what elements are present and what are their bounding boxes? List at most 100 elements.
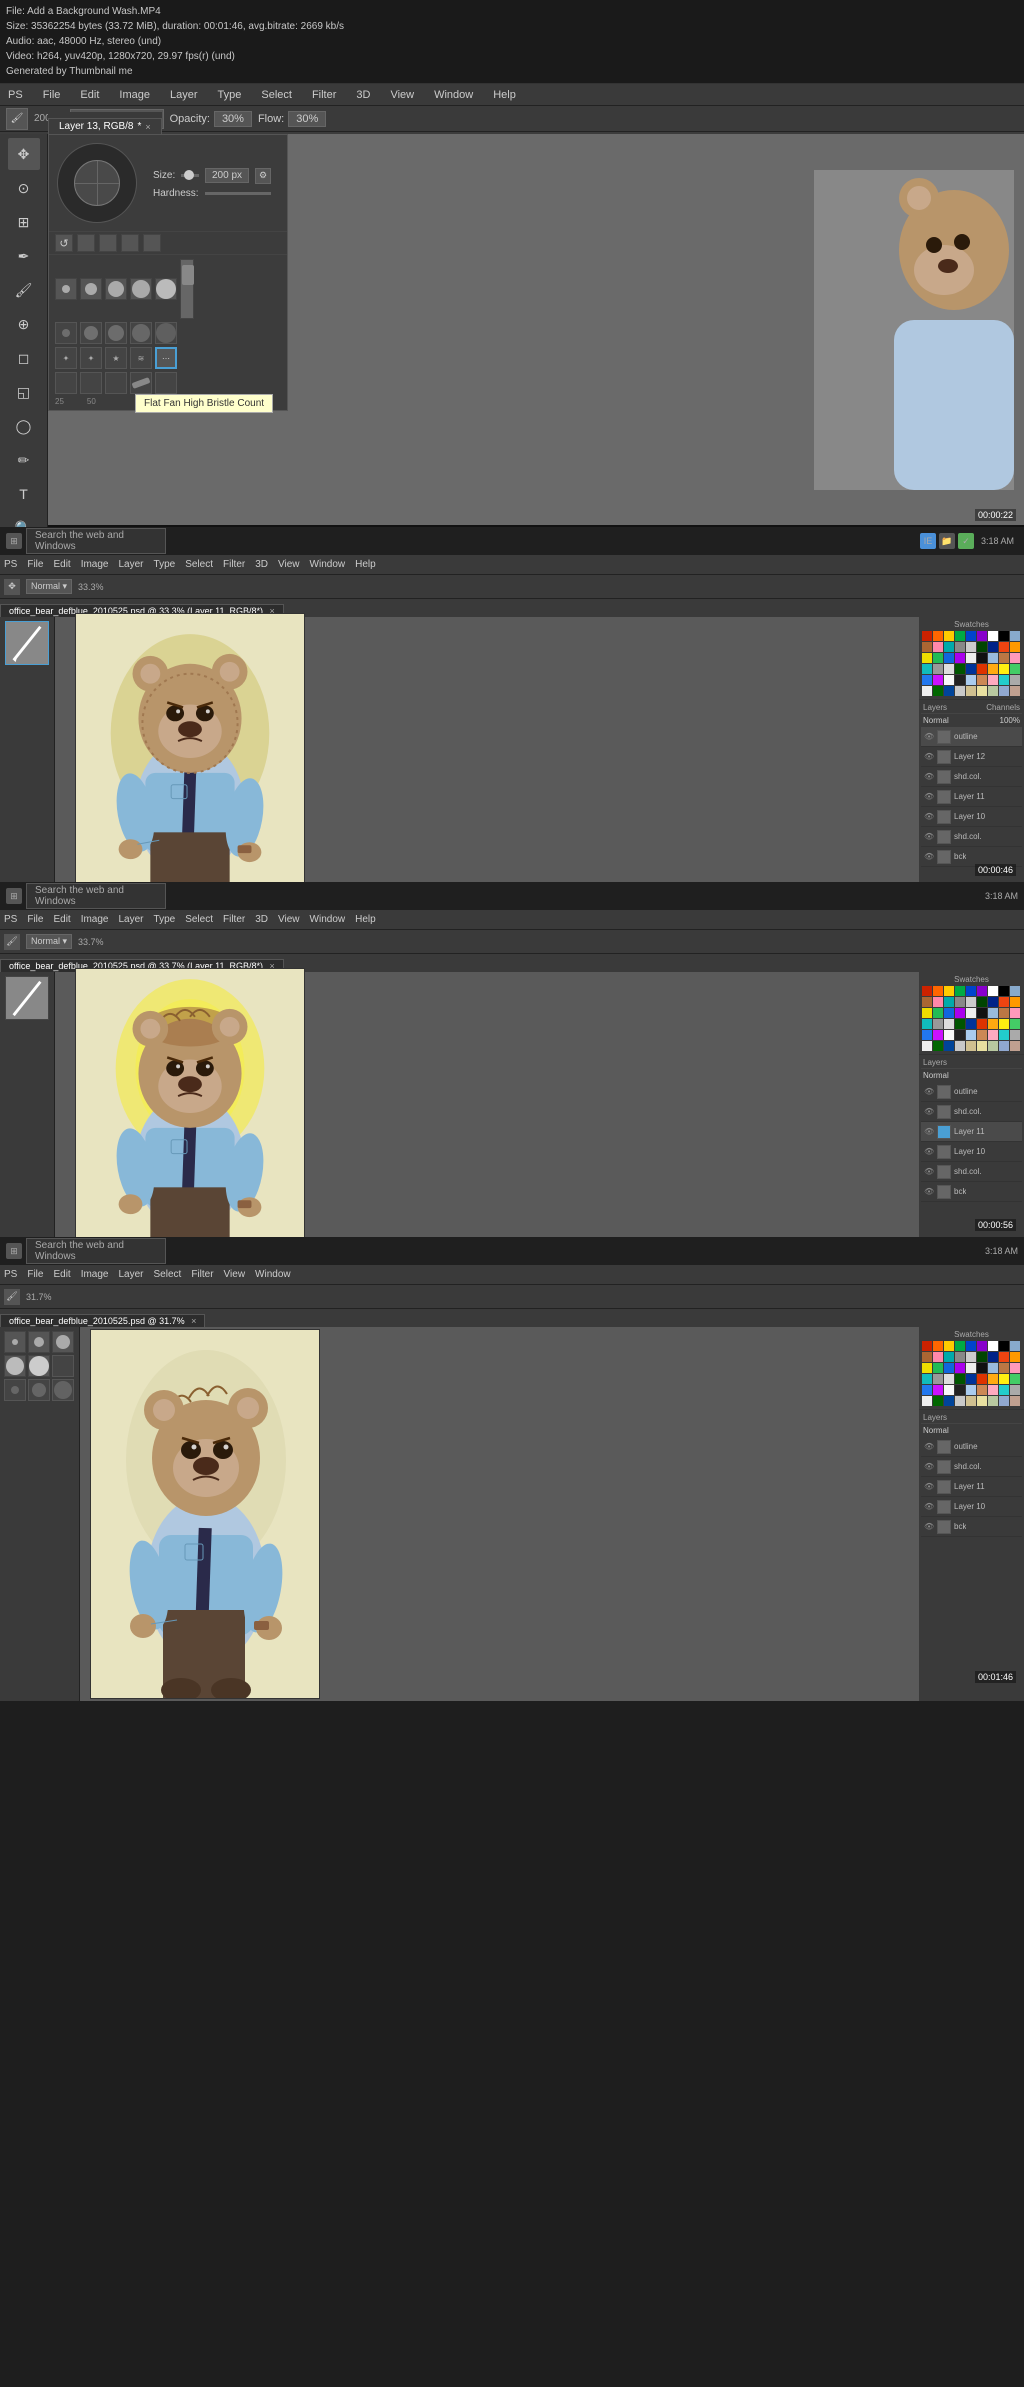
menu2-type[interactable]: Type xyxy=(154,559,176,570)
swatch-8[interactable] xyxy=(1010,631,1020,641)
swatch-26[interactable] xyxy=(1010,653,1020,663)
brush-preset-3[interactable] xyxy=(105,278,127,300)
menu2-3d[interactable]: 3D xyxy=(255,559,268,570)
brush-preset-8[interactable] xyxy=(105,322,127,344)
swatch-22[interactable] xyxy=(966,653,976,663)
swatch-19[interactable] xyxy=(933,1008,943,1018)
eye4-3[interactable]: 👁 xyxy=(924,1482,934,1492)
eye4-4[interactable]: 👁 xyxy=(924,1502,934,1512)
swatch-11[interactable] xyxy=(944,1352,954,1362)
swatch-16[interactable] xyxy=(999,1352,1009,1362)
swatch-17[interactable] xyxy=(1010,1352,1020,1362)
swatch-44[interactable] xyxy=(1010,1385,1020,1395)
swatch-40[interactable] xyxy=(966,675,976,685)
menu4-window[interactable]: Window xyxy=(255,1269,291,1280)
swatch-3[interactable] xyxy=(955,631,965,641)
swatch-25[interactable] xyxy=(999,1008,1009,1018)
menu2-edit[interactable]: Edit xyxy=(53,559,70,570)
swatch-40[interactable] xyxy=(966,1030,976,1040)
menu3-ps[interactable]: PS xyxy=(4,914,17,925)
swatch-51[interactable] xyxy=(988,1396,998,1406)
menu-window[interactable]: Window xyxy=(430,87,477,103)
bp4-1[interactable] xyxy=(4,1331,26,1353)
swatch-11[interactable] xyxy=(944,642,954,652)
brush-preset-19[interactable] xyxy=(130,372,152,394)
swatch-42[interactable] xyxy=(988,1030,998,1040)
swatch-10[interactable] xyxy=(933,997,943,1007)
swatch-51[interactable] xyxy=(988,1041,998,1051)
doc-tab-4[interactable]: office_bear_defblue_2010525.psd @ 31.7% … xyxy=(0,1314,205,1327)
swatch-27[interactable] xyxy=(922,1019,932,1029)
swatch-7[interactable] xyxy=(999,1341,1009,1351)
swatch-8[interactable] xyxy=(1010,986,1020,996)
crop-tool[interactable]: ⊞ xyxy=(8,206,40,238)
menu2-help[interactable]: Help xyxy=(355,559,376,570)
taskbar-search[interactable]: Search the web and Windows xyxy=(26,528,166,554)
swatch-24[interactable] xyxy=(988,1363,998,1373)
swatch-19[interactable] xyxy=(933,1363,943,1373)
swatch-6[interactable] xyxy=(988,631,998,641)
swatch-35[interactable] xyxy=(1010,1019,1020,1029)
swatch-22[interactable] xyxy=(966,1008,976,1018)
eye-icon-shd2[interactable]: 👁 xyxy=(924,832,934,842)
brush-preset-4[interactable] xyxy=(130,278,152,300)
swatch-16[interactable] xyxy=(999,997,1009,1007)
swatch-53[interactable] xyxy=(1010,1041,1020,1051)
swatch-29[interactable] xyxy=(944,1374,954,1384)
swatch-13[interactable] xyxy=(966,642,976,652)
menu-ps[interactable]: PS xyxy=(4,87,27,103)
eye-icon-11[interactable]: 👁 xyxy=(924,792,934,802)
tab-close-btn[interactable]: × xyxy=(145,122,150,132)
swatch-27[interactable] xyxy=(922,664,932,674)
swatch-53[interactable] xyxy=(1010,686,1020,696)
menu2-view[interactable]: View xyxy=(278,559,300,570)
swatch-27[interactable] xyxy=(922,1374,932,1384)
bp4-2[interactable] xyxy=(28,1331,50,1353)
layer3-item-5[interactable]: 👁 shd.col. xyxy=(921,1162,1022,1182)
swatch-52[interactable] xyxy=(999,1041,1009,1051)
swatch-39[interactable] xyxy=(955,1030,965,1040)
swatch-52[interactable] xyxy=(999,686,1009,696)
menu2-filter[interactable]: Filter xyxy=(223,559,245,570)
size-value[interactable]: 200 px xyxy=(205,168,249,183)
swatch-46[interactable] xyxy=(933,1396,943,1406)
menu4-ps[interactable]: PS xyxy=(4,1269,17,1280)
swatch-46[interactable] xyxy=(933,1041,943,1051)
swatch-31[interactable] xyxy=(966,1019,976,1029)
swatch-12[interactable] xyxy=(955,1352,965,1362)
document-tab[interactable]: Layer 13, RGB/8 * × xyxy=(48,118,162,134)
swatch-12[interactable] xyxy=(955,642,965,652)
taskbar-app-1[interactable]: IE xyxy=(920,533,936,549)
menu3-edit[interactable]: Edit xyxy=(53,914,70,925)
swatch-25[interactable] xyxy=(999,653,1009,663)
swatch-31[interactable] xyxy=(966,1374,976,1384)
menu4-layer[interactable]: Layer xyxy=(119,1269,144,1280)
swatch-46[interactable] xyxy=(933,686,943,696)
swatch-1[interactable] xyxy=(933,986,943,996)
eye-icon-outline[interactable]: 👁 xyxy=(924,732,934,742)
swatch-5[interactable] xyxy=(977,631,987,641)
menu4-select[interactable]: Select xyxy=(154,1269,182,1280)
brush-preset-18[interactable] xyxy=(105,372,127,394)
layer4-item-3[interactable]: 👁 Layer 11 xyxy=(921,1477,1022,1497)
swatch-17[interactable] xyxy=(1010,997,1020,1007)
brush-preset-15-selected[interactable]: ⋯ xyxy=(155,347,177,369)
menu-file[interactable]: File xyxy=(39,87,65,103)
move-tool[interactable]: ✥ xyxy=(8,138,40,170)
swatch-14[interactable] xyxy=(977,997,987,1007)
swatch-28[interactable] xyxy=(933,1374,943,1384)
swatch-3[interactable] xyxy=(955,986,965,996)
dodge-tool[interactable]: ◯ xyxy=(8,410,40,442)
swatch-39[interactable] xyxy=(955,1385,965,1395)
brush-preset-6[interactable] xyxy=(55,322,77,344)
taskbar-icon-1[interactable]: ⊞ xyxy=(6,533,22,549)
bp4-4[interactable] xyxy=(4,1355,26,1377)
brush-preset-7[interactable] xyxy=(80,322,102,344)
bp4-5[interactable] xyxy=(28,1355,50,1377)
swatch-13[interactable] xyxy=(966,1352,976,1362)
taskbar4-search[interactable]: Search the web and Windows xyxy=(26,1238,166,1264)
menu4-image[interactable]: Image xyxy=(81,1269,109,1280)
layer-item-10[interactable]: 👁 Layer 10 xyxy=(921,807,1022,827)
eye3-4[interactable]: 👁 xyxy=(924,1147,934,1157)
brush-preset-1[interactable] xyxy=(55,278,77,300)
